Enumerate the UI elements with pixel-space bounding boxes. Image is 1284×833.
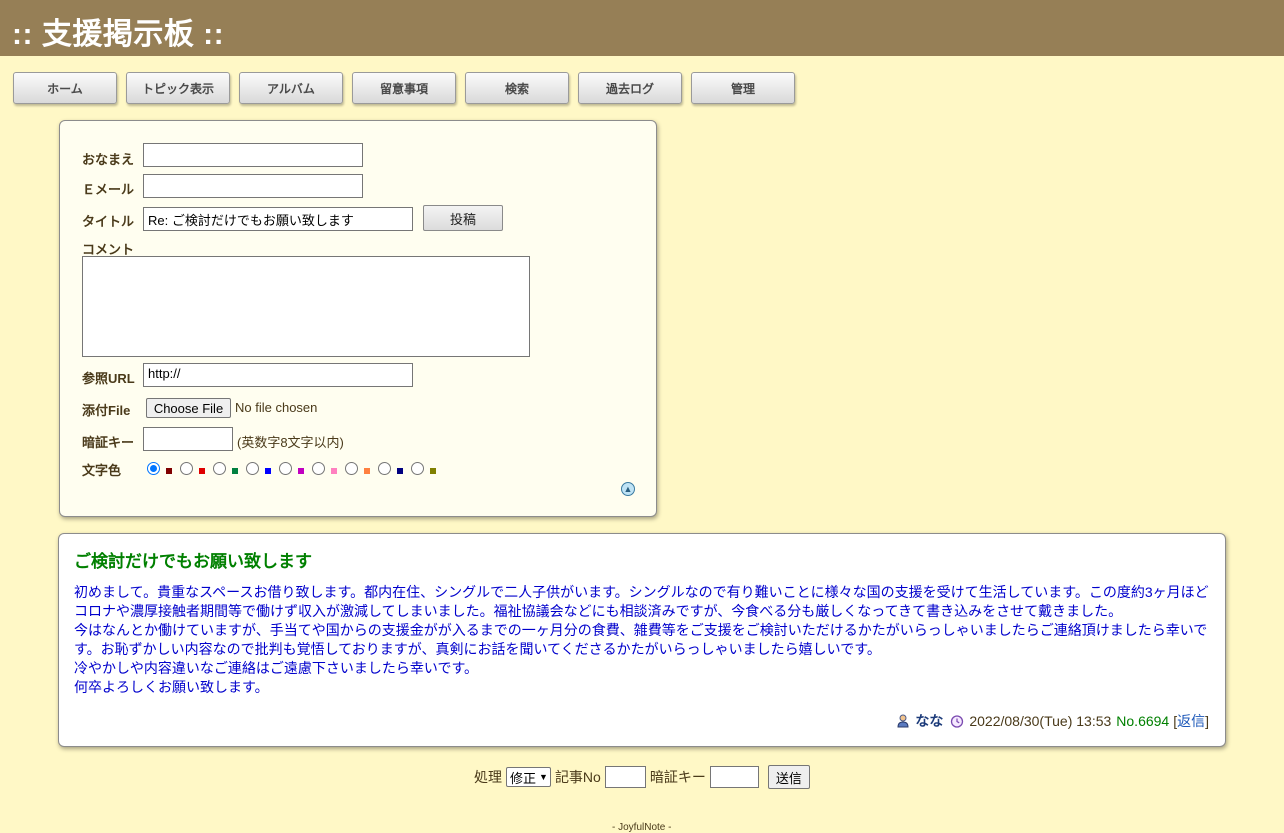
nav-archive-button[interactable]: 過去ログ (578, 72, 682, 104)
color-radio[interactable] (213, 462, 226, 475)
key-hint: (英数字8文字以内) (237, 435, 344, 450)
process-label: 処理 (474, 769, 502, 785)
color-swatch (265, 468, 271, 474)
edit-form: 処理 修正 ▼ 記事No 暗証キー 送信 (474, 764, 810, 790)
color-swatch (166, 468, 172, 474)
header-bar: :: 支援掲示板 :: (0, 0, 1284, 56)
url-input[interactable]: http:// (143, 363, 413, 387)
color-option[interactable] (279, 460, 309, 478)
post-paragraph: 今はなんとか働けていますが、手当てや国からの支援金がが入るまでの一ヶ月分の食費、… (74, 622, 1208, 657)
post-author: なな (915, 713, 944, 729)
key-input[interactable] (143, 427, 233, 451)
url-label: 参照URL (82, 371, 135, 386)
post-paragraph: 初めまして。貴重なスペースお借り致します。都内在住、シングルで二人子供がいます。… (74, 584, 1209, 619)
nav-album-button[interactable]: アルバム (239, 72, 343, 104)
title-input[interactable]: Re: ご検討だけでもお願い致します (143, 207, 413, 231)
page-top-icon[interactable]: ▲ (621, 482, 635, 496)
post-body: 初めまして。貴重なスペースお借り致します。都内在住、シングルで二人子供がいます。… (74, 583, 1214, 697)
title-label: タイトル (82, 214, 135, 229)
email-label: Ｅメール (82, 182, 135, 197)
color-option[interactable] (213, 460, 243, 478)
clock-icon (951, 715, 964, 728)
color-option[interactable] (180, 460, 210, 478)
article-no-input[interactable] (604, 766, 646, 788)
key-label: 暗証キー (82, 435, 135, 450)
name-label: おなまえ (82, 152, 135, 167)
color-radio[interactable] (147, 462, 160, 475)
email-input[interactable] (143, 174, 363, 198)
color-option[interactable] (147, 460, 177, 478)
color-swatch (430, 468, 436, 474)
no-file-text: No file chosen (235, 400, 318, 415)
color-option[interactable] (312, 460, 342, 478)
color-radio[interactable] (246, 462, 259, 475)
edit-key-input[interactable] (709, 766, 759, 788)
color-swatch (298, 468, 304, 474)
edit-key-label: 暗証キー (649, 769, 706, 785)
post-date: 2022/08/30(Tue) 13:53 (969, 713, 1112, 729)
file-label: 添付File (82, 403, 131, 418)
comment-textarea[interactable] (82, 256, 530, 357)
color-option[interactable] (345, 460, 375, 478)
post-paragraph: 冷やかしや内容違いなご連絡はご遠慮下さいましたら幸いです。 (74, 660, 479, 676)
reply-bracket-close: ] (1205, 713, 1209, 729)
process-select-value: 修正 (510, 770, 537, 786)
color-radio[interactable] (345, 462, 358, 475)
page-title: :: 支援掲示板 :: (12, 18, 225, 51)
color-option[interactable] (378, 460, 408, 478)
reply-link[interactable]: 返信 (1177, 711, 1205, 731)
color-swatch (232, 468, 238, 474)
color-swatch (331, 468, 337, 474)
chevron-down-icon: ▼ (539, 772, 548, 782)
color-swatch (199, 468, 205, 474)
nav-topic-button[interactable]: トピック表示 (126, 72, 230, 104)
color-label: 文字色 (82, 463, 122, 478)
color-swatch (364, 468, 370, 474)
send-button[interactable]: 送信 (767, 765, 810, 789)
nav-admin-button[interactable]: 管理 (691, 72, 795, 104)
nav-search-button[interactable]: 検索 (465, 72, 569, 104)
nav-home-button[interactable]: ホーム (13, 72, 117, 104)
process-select[interactable]: 修正 ▼ (506, 767, 551, 787)
name-input[interactable] (143, 143, 363, 167)
post-number: No.6694 (1116, 713, 1170, 729)
color-option[interactable] (411, 460, 441, 478)
choose-file-button[interactable]: Choose File (146, 398, 231, 418)
post-article: ご検討だけでもお願い致します 初めまして。貴重なスペースお借り致します。都内在住… (58, 533, 1226, 747)
color-radio[interactable] (312, 462, 325, 475)
post-paragraph: 何卒よろしくお願い致します。 (74, 679, 269, 695)
post-meta: なな 2022/08/30(Tue) 13:53 No.6694 [ 返信 ] (896, 711, 1209, 731)
color-swatch (397, 468, 403, 474)
color-radio[interactable] (180, 462, 193, 475)
footer-credit: - JoyfulNote - (612, 822, 672, 833)
article-no-label: 記事No (554, 769, 601, 785)
user-icon (897, 714, 909, 728)
color-radio[interactable] (378, 462, 391, 475)
post-form: おなまえ Ｅメール タイトル Re: ご検討だけでもお願い致します 投稿 コメン… (59, 120, 657, 517)
nav-notes-button[interactable]: 留意事項 (352, 72, 456, 104)
color-radio[interactable] (279, 462, 292, 475)
post-button[interactable]: 投稿 (423, 205, 503, 231)
color-radio[interactable] (411, 462, 424, 475)
color-option[interactable] (246, 460, 276, 478)
post-title: ご検討だけでもお願い致します (74, 552, 312, 571)
